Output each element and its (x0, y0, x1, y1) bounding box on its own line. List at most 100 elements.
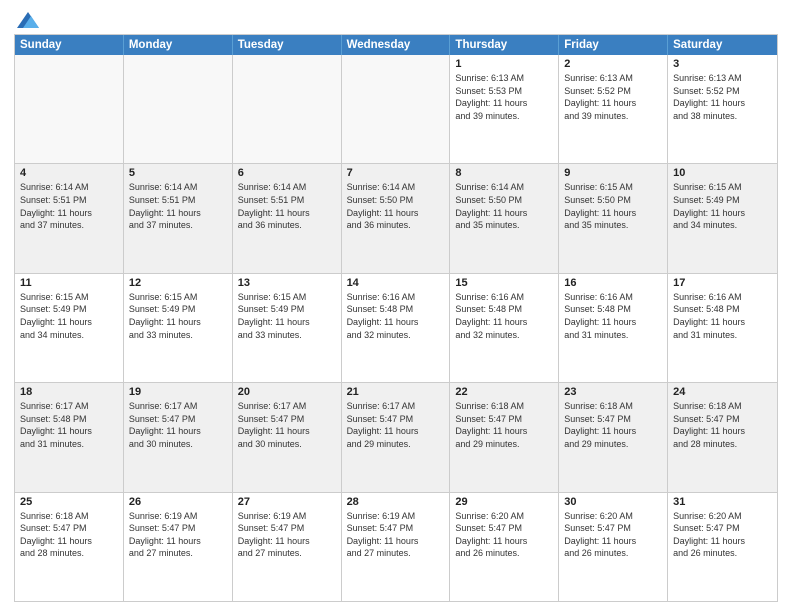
calendar-cell: 12 Sunrise: 6:15 AM Sunset: 5:49 PM Dayli… (124, 274, 233, 382)
day-number: 1 (455, 58, 553, 70)
cell-info: Sunrise: 6:16 AM Sunset: 5:48 PM Dayligh… (347, 291, 445, 341)
calendar-cell: 5 Sunrise: 6:14 AM Sunset: 5:51 PM Daylig… (124, 164, 233, 272)
day-number: 3 (673, 58, 772, 70)
calendar-week-row: 18 Sunrise: 6:17 AM Sunset: 5:48 PM Dayli… (15, 383, 777, 492)
calendar-cell: 25 Sunrise: 6:18 AM Sunset: 5:47 PM Dayli… (15, 493, 124, 601)
calendar-cell: 30Sunrise: 6:20 AM Sunset: 5:47 PM Dayli… (559, 493, 668, 601)
cell-info: Sunrise: 6:16 AM Sunset: 5:48 PM Dayligh… (455, 291, 553, 341)
cell-info: Sunrise: 6:17 AM Sunset: 5:47 PM Dayligh… (238, 400, 336, 450)
calendar-cell: 27Sunrise: 6:19 AM Sunset: 5:47 PM Dayli… (233, 493, 342, 601)
cell-info: Sunrise: 6:15 AM Sunset: 5:49 PM Dayligh… (129, 291, 227, 341)
cell-info: Sunrise: 6:15 AM Sunset: 5:49 PM Dayligh… (238, 291, 336, 341)
cell-info: Sunrise: 6:15 AM Sunset: 5:50 PM Dayligh… (564, 181, 662, 231)
calendar-cell: 22Sunrise: 6:18 AM Sunset: 5:47 PM Dayli… (450, 383, 559, 491)
day-number: 31 (673, 496, 772, 508)
day-number: 18 (20, 386, 118, 398)
calendar-week-row: 1 Sunrise: 6:13 AM Sunset: 5:53 PM Daylig… (15, 55, 777, 164)
calendar-cell: 10Sunrise: 6:15 AM Sunset: 5:49 PM Dayli… (668, 164, 777, 272)
cell-info: Sunrise: 6:18 AM Sunset: 5:47 PM Dayligh… (455, 400, 553, 450)
calendar-cell: 18 Sunrise: 6:17 AM Sunset: 5:48 PM Dayli… (15, 383, 124, 491)
day-number: 23 (564, 386, 662, 398)
calendar-cell: 4Sunrise: 6:14 AM Sunset: 5:51 PM Daylig… (15, 164, 124, 272)
cell-info: Sunrise: 6:16 AM Sunset: 5:48 PM Dayligh… (564, 291, 662, 341)
calendar-cell: 23 Sunrise: 6:18 AM Sunset: 5:47 PM Dayli… (559, 383, 668, 491)
day-number: 8 (455, 167, 553, 179)
day-number: 19 (129, 386, 227, 398)
day-number: 26 (129, 496, 227, 508)
calendar-cell: 28 Sunrise: 6:19 AM Sunset: 5:47 PM Dayli… (342, 493, 451, 601)
cell-info: Sunrise: 6:19 AM Sunset: 5:47 PM Dayligh… (238, 510, 336, 560)
day-number: 11 (20, 277, 118, 289)
day-number: 17 (673, 277, 772, 289)
calendar-cell: 20 Sunrise: 6:17 AM Sunset: 5:47 PM Dayli… (233, 383, 342, 491)
cell-info: Sunrise: 6:14 AM Sunset: 5:50 PM Dayligh… (347, 181, 445, 231)
cell-info: Sunrise: 6:18 AM Sunset: 5:47 PM Dayligh… (20, 510, 118, 560)
calendar-cell: 6 Sunrise: 6:14 AM Sunset: 5:51 PM Daylig… (233, 164, 342, 272)
cell-info: Sunrise: 6:14 AM Sunset: 5:51 PM Dayligh… (20, 181, 118, 231)
calendar-cell: 16 Sunrise: 6:16 AM Sunset: 5:48 PM Dayli… (559, 274, 668, 382)
day-number: 2 (564, 58, 662, 70)
calendar-cell: 14 Sunrise: 6:16 AM Sunset: 5:48 PM Dayli… (342, 274, 451, 382)
cell-info: Sunrise: 6:13 AM Sunset: 5:53 PM Dayligh… (455, 72, 553, 122)
calendar-body: 1 Sunrise: 6:13 AM Sunset: 5:53 PM Daylig… (15, 55, 777, 601)
calendar-cell: 21 Sunrise: 6:17 AM Sunset: 5:47 PM Dayli… (342, 383, 451, 491)
cell-info: Sunrise: 6:17 AM Sunset: 5:47 PM Dayligh… (347, 400, 445, 450)
calendar-cell: 7 Sunrise: 6:14 AM Sunset: 5:50 PM Daylig… (342, 164, 451, 272)
day-number: 12 (129, 277, 227, 289)
calendar-cell: 2 Sunrise: 6:13 AM Sunset: 5:52 PM Daylig… (559, 55, 668, 163)
day-number: 9 (564, 167, 662, 179)
calendar-header-cell: Wednesday (342, 35, 451, 55)
calendar-week-row: 11 Sunrise: 6:15 AM Sunset: 5:49 PM Dayli… (15, 274, 777, 383)
calendar: SundayMondayTuesdayWednesdayThursdayFrid… (14, 34, 778, 602)
cell-info: Sunrise: 6:19 AM Sunset: 5:47 PM Dayligh… (347, 510, 445, 560)
day-number: 7 (347, 167, 445, 179)
cell-info: Sunrise: 6:14 AM Sunset: 5:51 PM Dayligh… (129, 181, 227, 231)
day-number: 13 (238, 277, 336, 289)
day-number: 5 (129, 167, 227, 179)
day-number: 20 (238, 386, 336, 398)
calendar-cell (124, 55, 233, 163)
day-number: 16 (564, 277, 662, 289)
cell-info: Sunrise: 6:20 AM Sunset: 5:47 PM Dayligh… (455, 510, 553, 560)
calendar-header-cell: Saturday (668, 35, 777, 55)
cell-info: Sunrise: 6:20 AM Sunset: 5:47 PM Dayligh… (673, 510, 772, 560)
cell-info: Sunrise: 6:17 AM Sunset: 5:47 PM Dayligh… (129, 400, 227, 450)
header (14, 10, 778, 28)
day-number: 21 (347, 386, 445, 398)
day-number: 30 (564, 496, 662, 508)
cell-info: Sunrise: 6:14 AM Sunset: 5:51 PM Dayligh… (238, 181, 336, 231)
calendar-cell: 3 Sunrise: 6:13 AM Sunset: 5:52 PM Daylig… (668, 55, 777, 163)
calendar-header-cell: Friday (559, 35, 668, 55)
cell-info: Sunrise: 6:13 AM Sunset: 5:52 PM Dayligh… (673, 72, 772, 122)
cell-info: Sunrise: 6:18 AM Sunset: 5:47 PM Dayligh… (564, 400, 662, 450)
page: SundayMondayTuesdayWednesdayThursdayFrid… (0, 0, 792, 612)
calendar-cell: 24Sunrise: 6:18 AM Sunset: 5:47 PM Dayli… (668, 383, 777, 491)
calendar-cell (233, 55, 342, 163)
cell-info: Sunrise: 6:19 AM Sunset: 5:47 PM Dayligh… (129, 510, 227, 560)
day-number: 14 (347, 277, 445, 289)
calendar-header-cell: Monday (124, 35, 233, 55)
calendar-cell: 26 Sunrise: 6:19 AM Sunset: 5:47 PM Dayli… (124, 493, 233, 601)
calendar-cell: 17 Sunrise: 6:16 AM Sunset: 5:48 PM Dayli… (668, 274, 777, 382)
calendar-header-cell: Thursday (450, 35, 559, 55)
cell-info: Sunrise: 6:13 AM Sunset: 5:52 PM Dayligh… (564, 72, 662, 122)
day-number: 15 (455, 277, 553, 289)
cell-info: Sunrise: 6:17 AM Sunset: 5:48 PM Dayligh… (20, 400, 118, 450)
logo-icon (17, 12, 39, 28)
calendar-cell: 29 Sunrise: 6:20 AM Sunset: 5:47 PM Dayli… (450, 493, 559, 601)
calendar-cell (15, 55, 124, 163)
calendar-cell (342, 55, 451, 163)
day-number: 6 (238, 167, 336, 179)
calendar-cell: 13 Sunrise: 6:15 AM Sunset: 5:49 PM Dayli… (233, 274, 342, 382)
day-number: 28 (347, 496, 445, 508)
cell-info: Sunrise: 6:16 AM Sunset: 5:48 PM Dayligh… (673, 291, 772, 341)
cell-info: Sunrise: 6:15 AM Sunset: 5:49 PM Dayligh… (20, 291, 118, 341)
day-number: 25 (20, 496, 118, 508)
calendar-cell: 31 Sunrise: 6:20 AM Sunset: 5:47 PM Dayli… (668, 493, 777, 601)
day-number: 29 (455, 496, 553, 508)
calendar-week-row: 4Sunrise: 6:14 AM Sunset: 5:51 PM Daylig… (15, 164, 777, 273)
calendar-cell: 8Sunrise: 6:14 AM Sunset: 5:50 PM Daylig… (450, 164, 559, 272)
calendar-cell: 19 Sunrise: 6:17 AM Sunset: 5:47 PM Dayli… (124, 383, 233, 491)
calendar-week-row: 25 Sunrise: 6:18 AM Sunset: 5:47 PM Dayli… (15, 493, 777, 601)
cell-info: Sunrise: 6:15 AM Sunset: 5:49 PM Dayligh… (673, 181, 772, 231)
